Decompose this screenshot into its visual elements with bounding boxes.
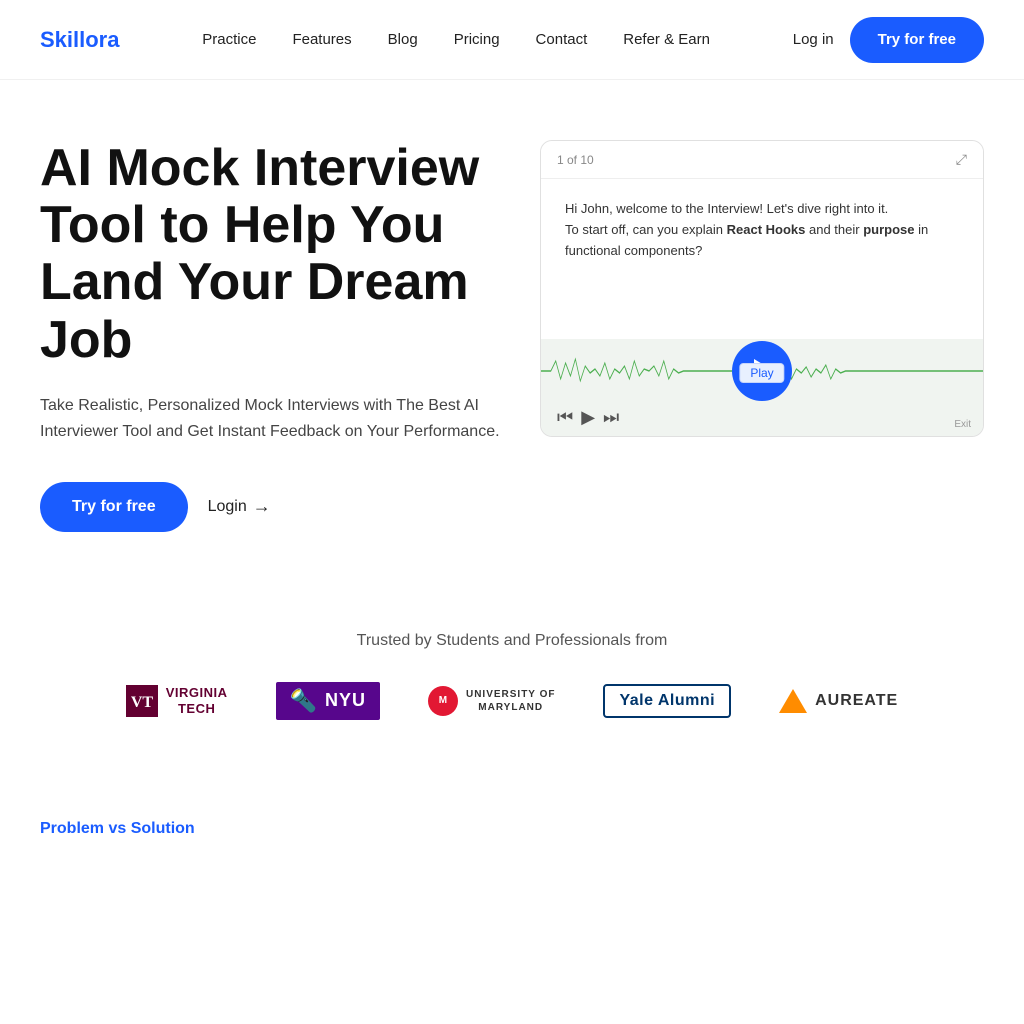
nyu-torch-icon: 🔦 (290, 688, 317, 714)
logos-row: VT VIRGINIATECH 🔦 NYU M UNIVERSITY OF MA… (40, 682, 984, 720)
nyu-text: NYU (325, 690, 366, 711)
question-line1: Hi John, welcome to the Interview! Let's… (565, 201, 888, 216)
nav-link-refer[interactable]: Refer & Earn (623, 31, 710, 48)
play-label: Play (739, 363, 784, 383)
logo-nyu: 🔦 NYU (276, 682, 380, 720)
video-counter: 1 of 10 (557, 153, 594, 167)
skip-back-icon[interactable]: ⏮ (557, 407, 573, 428)
question-line3: and their (805, 222, 863, 237)
trusted-section: Trusted by Students and Professionals fr… (0, 572, 1024, 760)
maryland-text: UNIVERSITY OF MARYLAND (466, 688, 556, 714)
hero-section: AI Mock Interview Tool to Help You Land … (0, 80, 1024, 572)
nav-cta-button[interactable]: Try for free (850, 17, 984, 63)
video-question: Hi John, welcome to the Interview! Let's… (565, 199, 959, 261)
nav-link-blog[interactable]: Blog (388, 31, 418, 48)
hero-actions: Try for free Login → (40, 482, 500, 532)
svg-text:VT: VT (131, 694, 154, 711)
maryland-seal-icon: M (428, 686, 458, 716)
question-bold1: React Hooks (727, 222, 806, 237)
exit-label: Exit (954, 419, 971, 430)
yale-text: Yale Alumni (619, 692, 715, 710)
logo-maryland: M UNIVERSITY OF MARYLAND (428, 686, 556, 716)
trusted-text: Trusted by Students and Professionals fr… (40, 632, 984, 650)
nav-link-contact[interactable]: Contact (536, 31, 588, 48)
aureate-chevron-icon (779, 689, 807, 713)
navbar: Skillora Practice Features Blog Pricing … (0, 0, 1024, 80)
video-content: Hi John, welcome to the Interview! Let's… (541, 179, 983, 339)
nav-logo[interactable]: Skillora (40, 27, 119, 53)
aureate-text: AUREATE (815, 692, 898, 710)
waveform: Play (541, 351, 983, 391)
virginia-tech-text: VIRGINIATECH (166, 685, 228, 716)
hero-description: Take Realistic, Personalized Mock Interv… (40, 393, 500, 446)
logo-aureate: AUREATE (779, 689, 898, 713)
nav-login-link[interactable]: Log in (793, 31, 834, 48)
bottom-section: Problem vs Solution (0, 760, 1024, 858)
waveform-area: Play (541, 339, 983, 403)
logo-yale: Yale Alumni (603, 684, 731, 718)
question-line2: To start off, can you explain (565, 222, 727, 237)
skip-forward-icon[interactable]: ⏭ (603, 407, 619, 428)
hero-left: AI Mock Interview Tool to Help You Land … (40, 140, 500, 532)
nav-link-pricing[interactable]: Pricing (454, 31, 500, 48)
nav-right: Log in Try for free (793, 17, 984, 63)
logo-virginia-tech: VT VIRGINIATECH (126, 685, 228, 717)
virginia-tech-emblem-icon: VT (126, 685, 158, 717)
video-panel: 1 of 10 ⤢ Hi John, welcome to the Interv… (540, 140, 984, 437)
hero-cta-button[interactable]: Try for free (40, 482, 188, 532)
hero-login-button[interactable]: Login → (208, 496, 271, 517)
problem-solution-label: Problem vs Solution (40, 820, 984, 838)
arrow-icon: → (253, 496, 271, 517)
video-controls: ⏮ ▶ ⏭ (541, 403, 983, 436)
video-topbar: 1 of 10 ⤢ (541, 141, 983, 179)
question-bold2: purpose (863, 222, 914, 237)
hero-title: AI Mock Interview Tool to Help You Land … (40, 140, 500, 369)
expand-icon[interactable]: ⤢ (956, 151, 967, 168)
hero-login-label: Login (208, 498, 247, 516)
hero-right: 1 of 10 ⤢ Hi John, welcome to the Interv… (540, 140, 984, 437)
nav-links: Practice Features Blog Pricing Contact R… (202, 31, 710, 49)
nav-link-features[interactable]: Features (292, 31, 351, 48)
nav-link-practice[interactable]: Practice (202, 31, 256, 48)
play-pause-icon[interactable]: ▶ (581, 407, 595, 428)
